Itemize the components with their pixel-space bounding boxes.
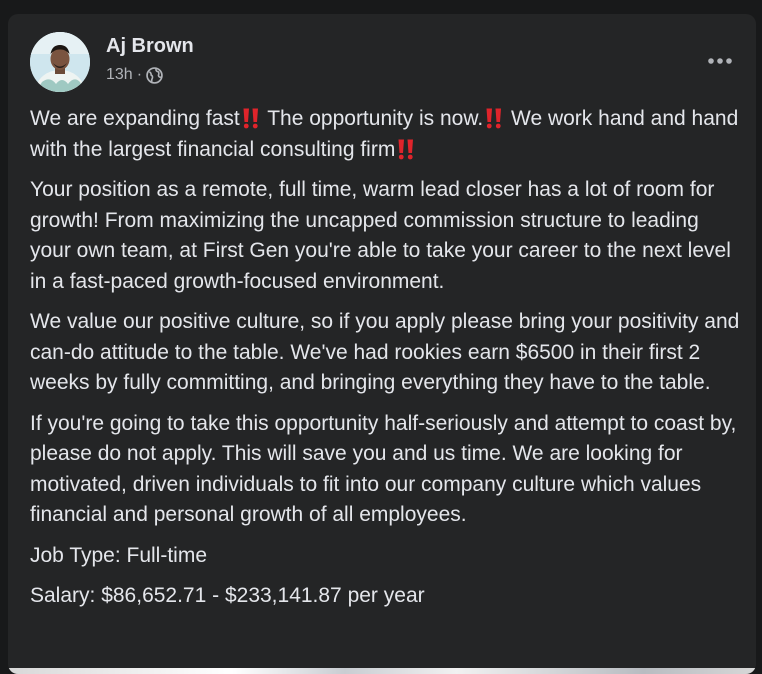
paragraph-1: We are expanding fast The opportunity is… xyxy=(30,104,742,165)
paragraph-4: If you're going to take this opportunity… xyxy=(30,411,737,527)
post-body: We are expanding fast The opportunity is… xyxy=(30,104,742,622)
paragraph-2: Your position as a remote, full time, wa… xyxy=(30,178,731,293)
meta-separator: · xyxy=(136,66,143,83)
avatar-image xyxy=(30,32,90,92)
paragraph-3: We value our positive culture, so if you… xyxy=(30,310,740,394)
post-media-preview[interactable] xyxy=(8,668,756,674)
globe-icon[interactable] xyxy=(146,66,163,84)
more-options-button[interactable] xyxy=(700,41,740,81)
post-card: Aj Brown 13h · We are expanding fast The… xyxy=(8,14,756,674)
salary-line: Salary: $86,652.71 - $233,141.87 per yea… xyxy=(30,584,425,607)
post-header: Aj Brown 13h · xyxy=(30,31,734,93)
post-meta: 13h · xyxy=(106,66,163,84)
more-horizontal-icon xyxy=(708,58,732,64)
post-timestamp[interactable]: 13h xyxy=(106,66,133,84)
author-avatar[interactable] xyxy=(30,32,90,92)
paragraph-1-part-b: The opportunity is now. xyxy=(261,107,484,130)
double-exclamation-emoji xyxy=(484,107,504,129)
paragraph-1-part-a: We are expanding fast xyxy=(30,107,240,130)
job-type-line: Job Type: Full-time xyxy=(30,543,208,567)
author-name[interactable]: Aj Brown xyxy=(106,35,194,58)
double-exclamation-emoji xyxy=(241,107,261,129)
double-exclamation-emoji xyxy=(396,138,416,160)
